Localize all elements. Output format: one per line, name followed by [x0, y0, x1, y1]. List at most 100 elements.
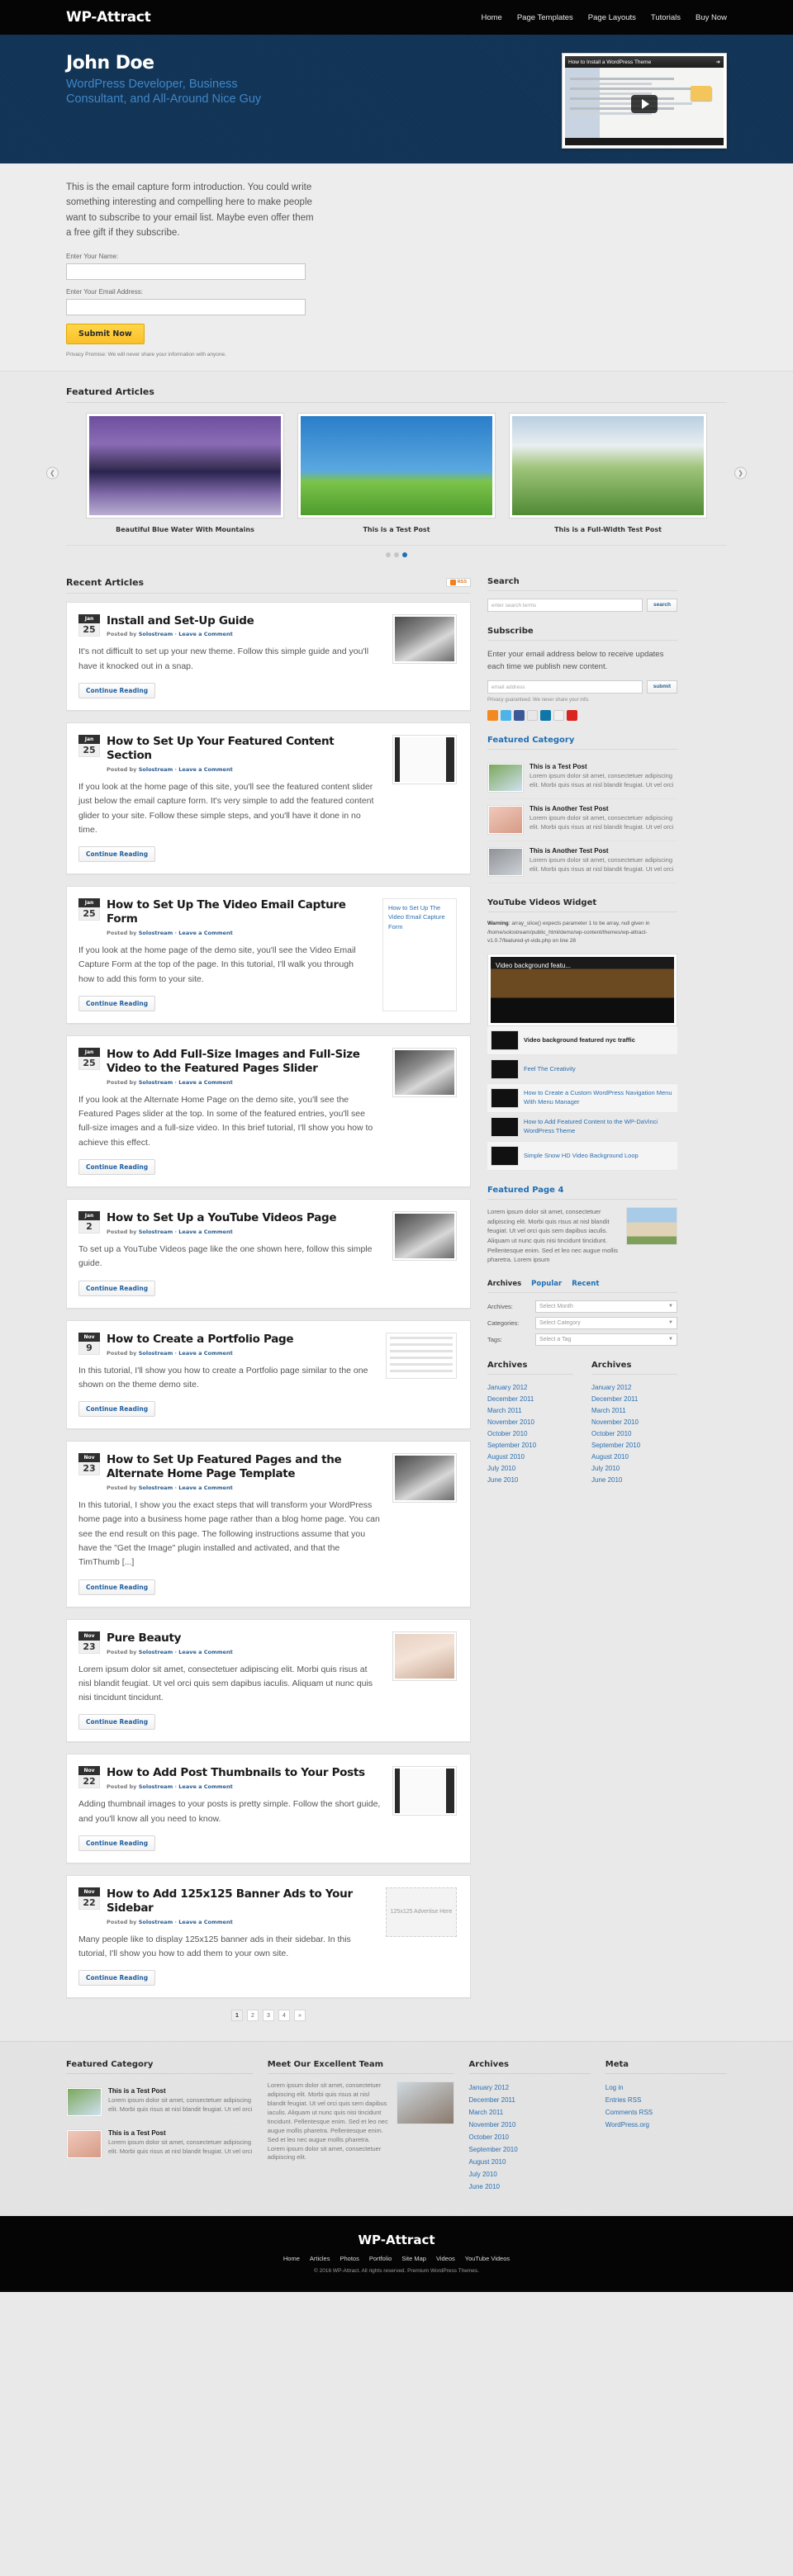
post-comment-link[interactable]: Leave a Comment [178, 1350, 232, 1357]
search-input[interactable]: enter search terms [487, 598, 643, 612]
search-button[interactable]: search [647, 598, 677, 612]
archives-tab-popular[interactable]: Popular [531, 1280, 562, 1288]
stumbleupon-icon[interactable] [527, 709, 538, 721]
archive-link[interactable]: July 2010 [591, 1463, 677, 1475]
archive-link[interactable]: June 2010 [591, 1475, 677, 1486]
featured-category-item-title[interactable]: This is a Test Post [529, 763, 677, 770]
post-title[interactable]: How to Set Up Featured Pages and the Alt… [107, 1453, 342, 1480]
submit-button[interactable]: Submit Now [66, 323, 145, 344]
footer-meta-link[interactable]: Comments RSS [605, 2106, 727, 2119]
youtube-main-player[interactable]: Video background featu... [487, 954, 677, 1027]
archive-link[interactable]: December 2011 [487, 1394, 573, 1405]
post-title[interactable]: How to Set Up Your Featured Content Sect… [107, 735, 335, 762]
archive-link[interactable]: January 2012 [591, 1382, 677, 1394]
footer-nav-link[interactable]: Photos [340, 2255, 359, 2262]
footer-archive-link[interactable]: October 2010 [469, 2131, 591, 2143]
youtube-list-item[interactable]: Simple Snow HD Video Background Loop [487, 1142, 677, 1172]
post-author-link[interactable]: Solostream [139, 766, 173, 773]
youtube-item-title[interactable]: Video background featured nyc traffic [524, 1036, 635, 1045]
featured-category-item[interactable]: This is a Test Post Lorem ipsum dolor sit… [487, 757, 677, 799]
archive-link[interactable]: November 2010 [487, 1417, 573, 1428]
archive-link[interactable]: August 2010 [591, 1451, 677, 1463]
archives-select[interactable]: Select Month ▼ [535, 1300, 677, 1313]
archives-select[interactable]: Select Category ▼ [535, 1316, 677, 1329]
subscribe-email-input[interactable]: email address [487, 680, 643, 694]
footer-featured-category-item[interactable]: This is a Test Post Lorem ipsum dolor sit… [66, 2081, 253, 2124]
continue-reading-button[interactable]: Continue Reading [78, 1159, 156, 1176]
featured-slide[interactable]: This is a Test Post [297, 412, 496, 533]
post-title[interactable]: How to Add Post Thumbnails to Your Posts [107, 1766, 365, 1779]
featured-category-item[interactable]: This is Another Test Post Lorem ipsum dol… [487, 799, 677, 841]
footer-nav-link[interactable]: YouTube Videos [465, 2255, 510, 2262]
post-author-link[interactable]: Solostream [139, 1919, 173, 1925]
continue-reading-button[interactable]: Continue Reading [78, 1579, 156, 1595]
video-share-icon[interactable]: ➜ [716, 59, 720, 65]
rss-button[interactable]: RSS [445, 577, 471, 587]
footer-logo[interactable]: WP-Attract [66, 2233, 727, 2247]
video-controls[interactable] [565, 138, 724, 145]
archive-link[interactable]: September 2010 [591, 1440, 677, 1451]
hero-video-player[interactable]: How to Install a WordPress Theme ➜ [562, 53, 727, 149]
page-link-»[interactable]: » [294, 2010, 306, 2022]
post-author-link[interactable]: Solostream [139, 1079, 173, 1086]
continue-reading-button[interactable]: Continue Reading [78, 1401, 156, 1418]
post-author-link[interactable]: Solostream [139, 631, 173, 637]
archive-link[interactable]: March 2011 [487, 1405, 573, 1417]
footer-category-item-title[interactable]: This is a Test Post [108, 2087, 253, 2095]
continue-reading-button[interactable]: Continue Reading [78, 1280, 156, 1296]
linkedin-icon[interactable] [540, 709, 551, 721]
post-title[interactable]: How to Create a Portfolio Page [107, 1333, 294, 1346]
archive-link[interactable]: January 2012 [487, 1382, 573, 1394]
slider-next-arrow-icon[interactable]: ❯ [734, 466, 747, 480]
archive-link[interactable]: July 2010 [487, 1463, 573, 1475]
post-title[interactable]: How to Set Up The Video Email Capture Fo… [107, 898, 346, 926]
archives-tab-archives[interactable]: Archives [487, 1280, 521, 1288]
post-comment-link[interactable]: Leave a Comment [178, 1919, 232, 1925]
post-author-link[interactable]: Solostream [139, 1485, 173, 1491]
archive-link[interactable]: November 2010 [591, 1417, 677, 1428]
subscribe-submit-button[interactable]: submit [646, 680, 677, 694]
post-thumbnail-link[interactable]: How to Set Up The Video Email Capture Fo… [382, 898, 457, 1011]
youtube-list-item[interactable]: How to Create a Custom WordPress Navigat… [487, 1084, 677, 1114]
slider-dot[interactable] [394, 552, 399, 557]
archive-link[interactable]: December 2011 [591, 1394, 677, 1405]
youtube-item-title[interactable]: Simple Snow HD Video Background Loop [524, 1152, 639, 1161]
youtube-icon[interactable] [567, 709, 577, 721]
featured-slide[interactable]: This is a Full-Width Test Post [509, 412, 707, 533]
youtube-item-title[interactable]: How to Create a Custom WordPress Navigat… [524, 1089, 674, 1107]
footer-nav-link[interactable]: Videos [436, 2255, 455, 2262]
footer-nav-link[interactable]: Articles [310, 2255, 330, 2262]
youtube-list-item[interactable]: Video background featured nyc traffic [487, 1026, 677, 1056]
post-comment-link[interactable]: Leave a Comment [178, 1079, 232, 1086]
page-link-1[interactable]: 1 [231, 2010, 243, 2022]
youtube-list-item[interactable]: Feel The Creativity [487, 1055, 677, 1085]
footer-featured-category-item[interactable]: This is a Test Post Lorem ipsum dolor sit… [66, 2124, 253, 2166]
post-comment-link[interactable]: Leave a Comment [178, 631, 232, 637]
footer-archive-link[interactable]: June 2010 [469, 2181, 591, 2193]
archive-link[interactable]: March 2011 [591, 1405, 677, 1417]
post-comment-link[interactable]: Leave a Comment [178, 930, 232, 936]
post-comment-link[interactable]: Leave a Comment [178, 1485, 232, 1491]
slider-dot[interactable] [386, 552, 391, 557]
post-author-link[interactable]: Solostream [139, 1350, 173, 1357]
page-link-2[interactable]: 2 [247, 2010, 259, 2022]
continue-reading-button[interactable]: Continue Reading [78, 995, 156, 1011]
slider-prev-arrow-icon[interactable]: ❮ [46, 466, 59, 480]
flickr-icon[interactable] [553, 709, 564, 721]
post-author-link[interactable]: Solostream [139, 930, 173, 936]
footer-archive-link[interactable]: January 2012 [469, 2081, 591, 2094]
continue-reading-button[interactable]: Continue Reading [78, 1835, 156, 1851]
footer-meta-link[interactable]: WordPress.org [605, 2119, 727, 2131]
site-logo[interactable]: WP-Attract [66, 9, 151, 26]
twitter-icon[interactable] [501, 709, 511, 721]
nav-item-2[interactable]: Page Layouts [588, 13, 636, 22]
footer-archive-link[interactable]: September 2010 [469, 2143, 591, 2156]
youtube-item-title[interactable]: How to Add Featured Content to the WP-Da… [524, 1118, 674, 1136]
post-comment-link[interactable]: Leave a Comment [178, 1649, 232, 1655]
featured-category-item-title[interactable]: This is Another Test Post [529, 805, 677, 812]
page-link-4[interactable]: 4 [278, 2010, 290, 2022]
footer-nav-link[interactable]: Site Map [401, 2255, 426, 2262]
continue-reading-button[interactable]: Continue Reading [78, 683, 156, 699]
rss-icon[interactable] [487, 709, 498, 721]
nav-item-1[interactable]: Page Templates [517, 13, 573, 22]
